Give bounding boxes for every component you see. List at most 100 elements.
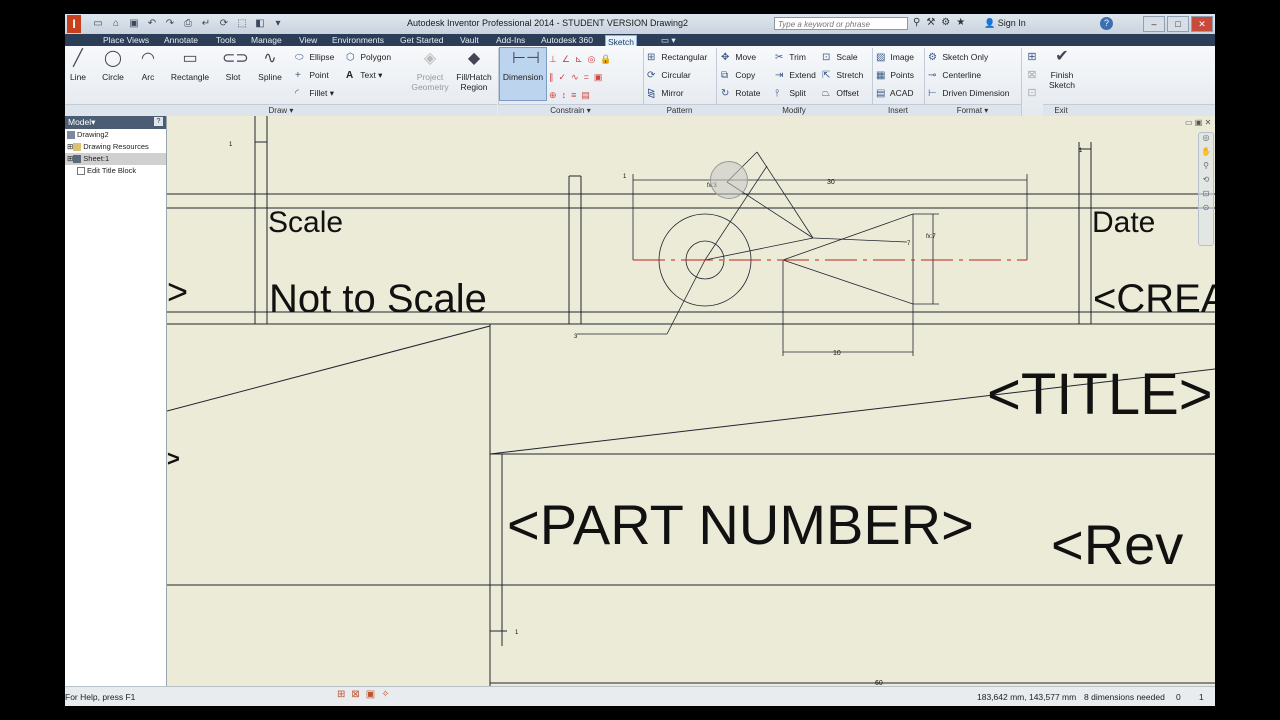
lock-icon[interactable]: 🔒 — [600, 54, 611, 64]
tab-view[interactable]: View — [297, 34, 319, 46]
concentric-icon[interactable]: ◎ — [588, 54, 596, 64]
pan-icon[interactable]: ✋ — [1199, 147, 1213, 161]
tab-extra-dropdown[interactable]: ▭ ▾ — [659, 34, 678, 46]
tab-autodesk-360[interactable]: Autodesk 360 — [539, 34, 595, 46]
tab-add-ins[interactable]: Add-Ins — [494, 34, 527, 46]
perpendicular-icon[interactable]: ⊾ — [575, 54, 583, 64]
tab-vault[interactable]: Vault — [458, 34, 481, 46]
offset-button[interactable]: ⏢ Offset — [822, 88, 859, 99]
split-button[interactable]: ⫯ Split — [775, 88, 806, 99]
dim-10[interactable]: 10 — [833, 350, 841, 357]
steering-wheel-icon[interactable]: ◎ — [1199, 133, 1213, 147]
tab-get-started[interactable]: Get Started — [398, 34, 445, 46]
smooth-icon[interactable]: ∿ — [571, 72, 579, 82]
sign-in-button[interactable]: 👤 Sign In — [984, 18, 1026, 29]
fillet-button[interactable]: ◜ Fillet ▾ — [295, 88, 334, 99]
sheet-icon[interactable]: ⊞ — [337, 689, 345, 700]
tab-environments[interactable]: Environments — [330, 34, 386, 46]
symmetric-icon[interactable]: ⊕ — [549, 90, 557, 100]
tree-item-sheet[interactable]: ⊞ Sheet:1 — [65, 153, 166, 165]
tab-place-views[interactable]: Place Views — [101, 34, 151, 46]
dim-1b[interactable]: 1 — [623, 174, 627, 180]
text-button[interactable]: A Text ▾ — [346, 70, 382, 81]
material-icon[interactable]: ◧ — [253, 17, 267, 31]
finish-sketch-button[interactable]: ✔ Finish Sketch — [1045, 46, 1079, 90]
dim-1a[interactable]: 1 — [229, 142, 233, 148]
driven-dimension-button[interactable]: ⊢ Driven Dimension — [928, 88, 1009, 99]
restore-view-icon[interactable]: ▣ — [1195, 118, 1203, 127]
project-geometry-button[interactable]: ◈ Project Geometry — [410, 48, 450, 92]
points-button[interactable]: ▦ Points — [876, 70, 914, 81]
spline-button[interactable]: ∿ Spline — [255, 48, 285, 82]
copy-button[interactable]: ⧉ Copy — [721, 70, 755, 81]
tab-manage[interactable]: Manage — [249, 34, 284, 46]
look-at-icon[interactable]: ⊙ — [1199, 203, 1213, 217]
show-constraints-icon[interactable]: ▤ — [581, 90, 590, 100]
tree-item-edit-title-block[interactable]: Edit Title Block — [65, 165, 166, 177]
line-button[interactable]: ╱ Line — [67, 48, 89, 82]
show-format-icon[interactable]: ⊠ — [1027, 69, 1036, 81]
dim-30[interactable]: 30 — [827, 179, 835, 186]
print-icon[interactable]: ⎙ — [181, 17, 195, 31]
polygon-button[interactable]: ⬡ Polygon — [346, 52, 391, 63]
dim-1d[interactable]: 1 — [515, 630, 519, 636]
horizontal-icon[interactable]: = — [584, 72, 589, 82]
update-icon[interactable]: ⟳ — [217, 17, 231, 31]
browser-header[interactable]: Model▾? — [65, 116, 166, 129]
rectangular-pattern-button[interactable]: ⊞ Rectangular — [647, 52, 707, 63]
sparkle-icon[interactable]: ✧ — [381, 689, 389, 700]
minimize-view-icon[interactable]: ▭ — [1185, 118, 1193, 127]
rotate-button[interactable]: ↻ Rotate — [721, 88, 760, 99]
dim-7[interactable]: 7 — [907, 241, 911, 247]
open-icon[interactable]: ⌂ — [109, 17, 123, 31]
fix-icon[interactable]: ▣ — [594, 72, 603, 82]
rectangle-button[interactable]: ▭ Rectangle — [168, 48, 212, 82]
fill-hatch-region-button[interactable]: ◆ Fill/Hatch Region — [453, 48, 495, 92]
close-button[interactable]: ✕ — [1191, 16, 1213, 32]
circle-button[interactable]: ◯ Circle — [99, 48, 127, 82]
drawing-canvas[interactable]: Scale Not to Scale > Date <CREA <TITLE> … — [167, 116, 1215, 686]
centerline-button[interactable]: ⊸ Centerline — [928, 70, 981, 81]
trim-button[interactable]: ✂ Trim — [775, 52, 806, 63]
move-button[interactable]: ✥ Move — [721, 52, 756, 63]
tab-annotate[interactable]: Annotate — [162, 34, 200, 46]
image-button[interactable]: ▨ Image — [876, 52, 914, 63]
acad-button[interactable]: ▤ ACAD — [876, 88, 914, 99]
inventor-logo-icon[interactable]: I — [67, 15, 81, 33]
equal-icon[interactable]: ≡ — [571, 90, 576, 100]
circular-pattern-button[interactable]: ⟳ Circular — [647, 70, 691, 81]
capture-icon[interactable]: ⊠ — [351, 689, 359, 700]
point-button[interactable]: + Point — [295, 70, 329, 81]
dim-3[interactable]: 3 — [574, 334, 578, 340]
return-icon[interactable]: ↵ — [199, 17, 213, 31]
zoom-window-icon[interactable]: ⊡ — [1199, 189, 1213, 203]
tangent-icon[interactable]: ✓ — [559, 72, 567, 82]
save-icon[interactable]: ▣ — [127, 17, 141, 31]
browser-help-icon[interactable]: ? — [154, 117, 163, 126]
maximize-button[interactable]: □ — [1167, 16, 1189, 32]
communication-icon[interactable]: ⚙ — [941, 17, 950, 28]
tree-item-drawing[interactable]: Drawing2 — [65, 129, 166, 141]
minimize-button[interactable]: – — [1143, 16, 1165, 32]
undo-icon[interactable]: ↶ — [145, 17, 159, 31]
collinear-icon[interactable]: ∠ — [562, 54, 570, 64]
quick-access-dropdown-icon[interactable]: ▾ — [271, 17, 285, 31]
arc-button[interactable]: ◠ Arc — [137, 48, 159, 82]
scale-button[interactable]: ⊡ Scale — [822, 52, 858, 63]
zoom-icon[interactable]: ⚲ — [1199, 161, 1213, 175]
grid-icon[interactable]: ⊡ — [1027, 87, 1036, 99]
stretch-button[interactable]: ⇱ Stretch — [822, 70, 863, 81]
tree-item-drawing-resources[interactable]: ⊞ Drawing Resources — [65, 141, 166, 153]
vertical-icon[interactable]: ↕ — [562, 90, 567, 100]
mirror-button[interactable]: ⧎ Mirror — [647, 88, 684, 99]
extend-button[interactable]: ⇥ Extend — [775, 70, 816, 81]
dimension-button[interactable]: ⊢⊣ Dimension — [499, 47, 547, 101]
search-input[interactable]: Type a keyword or phrase — [774, 17, 908, 30]
parallel-icon[interactable]: ∥ — [549, 72, 554, 82]
browser-toggle-icon[interactable]: ▣ — [366, 689, 375, 700]
construction-icon[interactable]: ⊞ — [1027, 51, 1036, 63]
select-icon[interactable]: ⬚ — [235, 17, 249, 31]
slot-button[interactable]: ⊂⊃ Slot — [221, 48, 249, 82]
ellipse-button[interactable]: ⬭ Ellipse — [295, 52, 334, 63]
close-view-icon[interactable]: ✕ — [1205, 118, 1212, 127]
